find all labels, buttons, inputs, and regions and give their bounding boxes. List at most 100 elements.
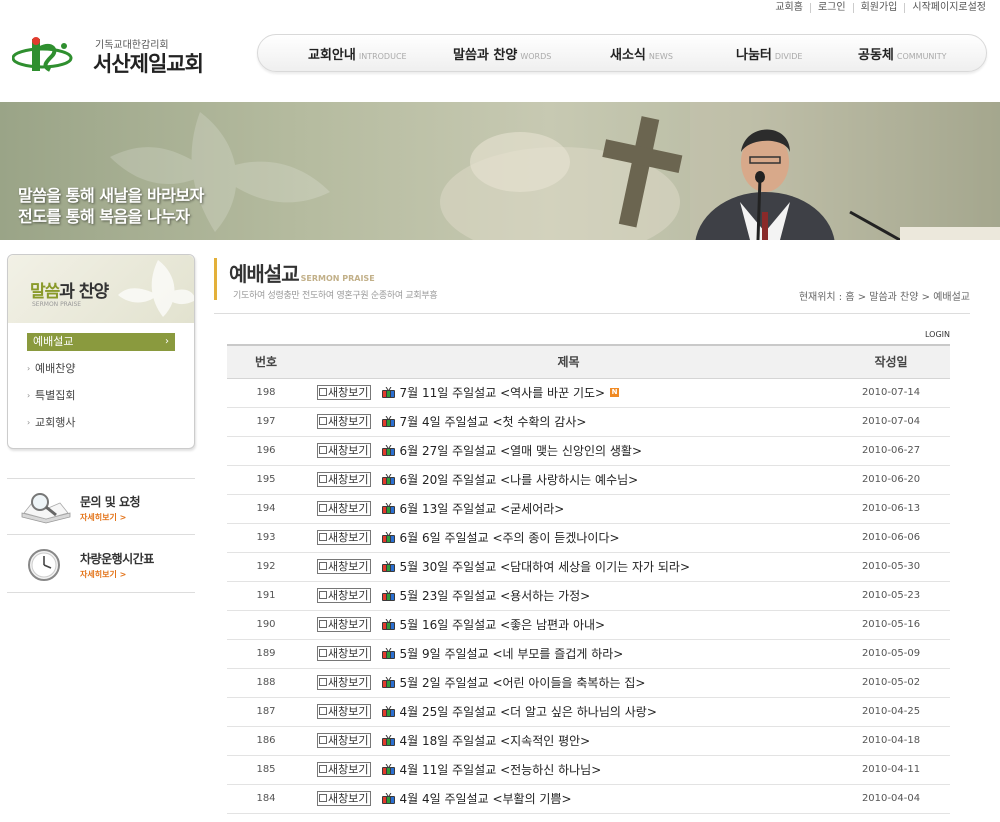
window-icon [319,707,327,715]
post-title-link[interactable]: 6월 27일 주일설교 <열매 맺는 신앙인의 생활> [399,444,642,458]
window-icon [319,562,327,570]
post-title-link[interactable]: 5월 2일 주일설교 <어린 아이들을 축복하는 집> [399,676,645,690]
side-menu-title: 말씀과 찬양 [30,282,109,302]
video-tv-icon [382,706,396,717]
window-icon [319,591,327,599]
post-title-link[interactable]: 4월 25일 주일설교 <더 알고 싶은 하나님의 사랑> [399,705,656,719]
post-title-link[interactable]: 4월 11일 주일설교 <전능하신 하나님> [399,763,601,777]
window-icon [319,794,327,802]
board-login-link[interactable]: LOGIN [925,330,950,339]
open-new-window-button[interactable]: 새창보기 [317,675,372,690]
table-row: 187 새창보기 4월 25일 주일설교 <더 알고 싶은 하나님의 사랑> 2010… [227,697,950,727]
post-title-link[interactable]: 4월 18일 주일설교 <지속적인 평안> [399,734,590,748]
post-title-link[interactable]: 6월 13일 주일설교 <굳세어라> [399,502,564,516]
util-link-login[interactable]: 로그인 [811,3,854,13]
open-new-window-button[interactable]: 새창보기 [317,762,372,777]
window-icon [319,736,327,744]
util-link-home[interactable]: 교회홈 [768,3,811,13]
open-new-window-button[interactable]: 새창보기 [317,472,372,487]
post-subject-cell: 새창보기 5월 9일 주일설교 <네 부모를 즐겁게 하라> [305,639,832,669]
column-header-number: 번호 [227,344,305,379]
new-window-label: 새창보기 [328,676,369,689]
post-date: 2010-06-20 [832,465,950,495]
open-new-window-button[interactable]: 새창보기 [317,791,372,806]
info-box-inquiry[interactable]: 문의 및 요청 자세히보기 > [7,478,195,535]
post-title-link[interactable]: 5월 30일 주일설교 <담대하여 세상을 이기는 자가 되라> [399,560,690,574]
post-title-link[interactable]: 7월 11일 주일설교 <역사를 바꾼 기도> [399,386,605,400]
post-title-link[interactable]: 5월 9일 주일설교 <네 부모를 즐겁게 하라> [399,647,623,661]
post-title-link[interactable]: 4월 4일 주일설교 <부활의 기쁨> [399,792,571,806]
logo-church-name: 서산제일교회 [93,52,204,76]
post-title-link[interactable]: 6월 6일 주일설교 <주의 종이 듣겠나이다> [399,531,619,545]
nav-item-introduce[interactable]: 교회안내 INTRODUCE [308,44,407,63]
post-title-link[interactable]: 7월 4일 주일설교 <첫 수확의 감사> [399,415,586,429]
post-subject-cell: 새창보기 6월 13일 주일설교 <굳세어라> [305,494,832,524]
post-title-link[interactable]: 6월 20일 주일설교 <나를 사랑하시는 예수님> [399,473,638,487]
table-header-row: 번호 제목 작성일 [227,344,950,379]
post-title-link[interactable]: 5월 16일 주일설교 <좋은 남편과 아내> [399,618,605,632]
nav-item-words[interactable]: 말씀과 찬양 WORDS [453,44,551,63]
arrow-right-icon: › [27,391,31,400]
column-header-subject: 제목 [305,344,832,379]
open-new-window-button[interactable]: 새창보기 [317,588,372,603]
info-box-more-link[interactable]: 자세히보기 > [80,569,126,580]
new-window-label: 새창보기 [328,618,369,631]
open-new-window-button[interactable]: 새창보기 [317,530,372,545]
util-link-set-homepage[interactable]: 시작페이지로설정 [905,3,986,13]
table-row: 185 새창보기 4월 11일 주일설교 <전능하신 하나님> 2010-04-11 [227,755,950,785]
side-menu-title-en: SERMON PRAISE [32,301,82,308]
info-box-more-link[interactable]: 자세히보기 > [80,512,126,523]
open-new-window-button[interactable]: 새창보기 [317,559,372,574]
nav-item-community[interactable]: 공동체 COMMUNITY [858,44,947,63]
video-tv-icon [382,648,396,659]
post-subject-cell: 새창보기 7월 4일 주일설교 <첫 수확의 감사> [305,407,832,437]
window-icon [319,678,327,686]
hero-banner: 말씀을 통해 새날을 바라보자 전도를 통해 복음을 나누자 [0,102,1000,240]
clock-icon [28,549,60,581]
post-number: 193 [227,523,305,553]
sermon-board-table: 번호 제목 작성일 198 새창보기 7월 11일 주일설교 <역사를 바꾼 기도>… [227,344,950,814]
new-window-label: 새창보기 [328,792,369,805]
info-box-title: 문의 및 요청 [80,495,141,509]
site-logo[interactable]: 기독교대한감리회 서산제일교회 [12,36,212,78]
window-icon [319,620,327,628]
window-icon [319,446,327,454]
table-body: 198 새창보기 7월 11일 주일설교 <역사를 바꾼 기도> N 2010-07-1… [227,378,950,814]
side-item-praise[interactable]: › 예배찬양 [27,360,175,387]
video-tv-icon [382,590,396,601]
open-new-window-button[interactable]: 새창보기 [317,704,372,719]
side-item-church-event[interactable]: › 교회행사 [27,414,175,441]
table-row: 191 새창보기 5월 23일 주일설교 <용서하는 가정> 2010-05-23 [227,581,950,611]
video-tv-icon [382,619,396,630]
open-new-window-button[interactable]: 새창보기 [317,443,372,458]
breadcrumb: 현재위치 : 홈 > 말씀과 찬양 > 예배설교 [798,292,970,303]
post-subject-cell: 새창보기 6월 6일 주일설교 <주의 종이 듣겠나이다> [305,523,832,553]
nav-item-news[interactable]: 새소식 NEWS [610,44,673,63]
info-box-bus-schedule[interactable]: 차량운행시간표 자세히보기 > [7,536,195,593]
open-new-window-button[interactable]: 새창보기 [317,733,372,748]
post-date: 2010-06-27 [832,436,950,466]
post-title-link[interactable]: 5월 23일 주일설교 <용서하는 가정> [399,589,590,603]
post-subject-cell: 새창보기 4월 18일 주일설교 <지속적인 평안> [305,726,832,756]
post-number: 184 [227,784,305,814]
open-new-window-button[interactable]: 새창보기 [317,385,372,400]
video-tv-icon [382,735,396,746]
nav-item-divide[interactable]: 나눔터 DIVIDE [736,44,802,63]
video-tv-icon [382,561,396,572]
util-link-join[interactable]: 회원가입 [854,3,906,13]
side-item-special-meeting[interactable]: › 특별집회 [27,387,175,414]
banner-slogan-2: 전도를 통해 복음을 나누자 [18,207,190,226]
page-description: 기도하여 성령충만 전도하여 영혼구원 순종하여 교회부흥 [233,291,438,301]
video-tv-icon [382,387,396,398]
post-date: 2010-06-13 [832,494,950,524]
post-subject-cell: 새창보기 5월 23일 주일설교 <용서하는 가정> [305,581,832,611]
open-new-window-button[interactable]: 새창보기 [317,414,372,429]
side-item-sermon[interactable]: 예배설교 › [27,333,175,351]
post-subject-cell: 새창보기 4월 25일 주일설교 <더 알고 싶은 하나님의 사랑> [305,697,832,727]
window-icon [319,649,327,657]
open-new-window-button[interactable]: 새창보기 [317,617,372,632]
open-new-window-button[interactable]: 새창보기 [317,646,372,661]
open-new-window-button[interactable]: 새창보기 [317,501,372,516]
post-subject-cell: 새창보기 7월 11일 주일설교 <역사를 바꾼 기도> N [305,378,832,408]
post-subject-cell: 새창보기 6월 27일 주일설교 <열매 맺는 신앙인의 생활> [305,436,832,466]
